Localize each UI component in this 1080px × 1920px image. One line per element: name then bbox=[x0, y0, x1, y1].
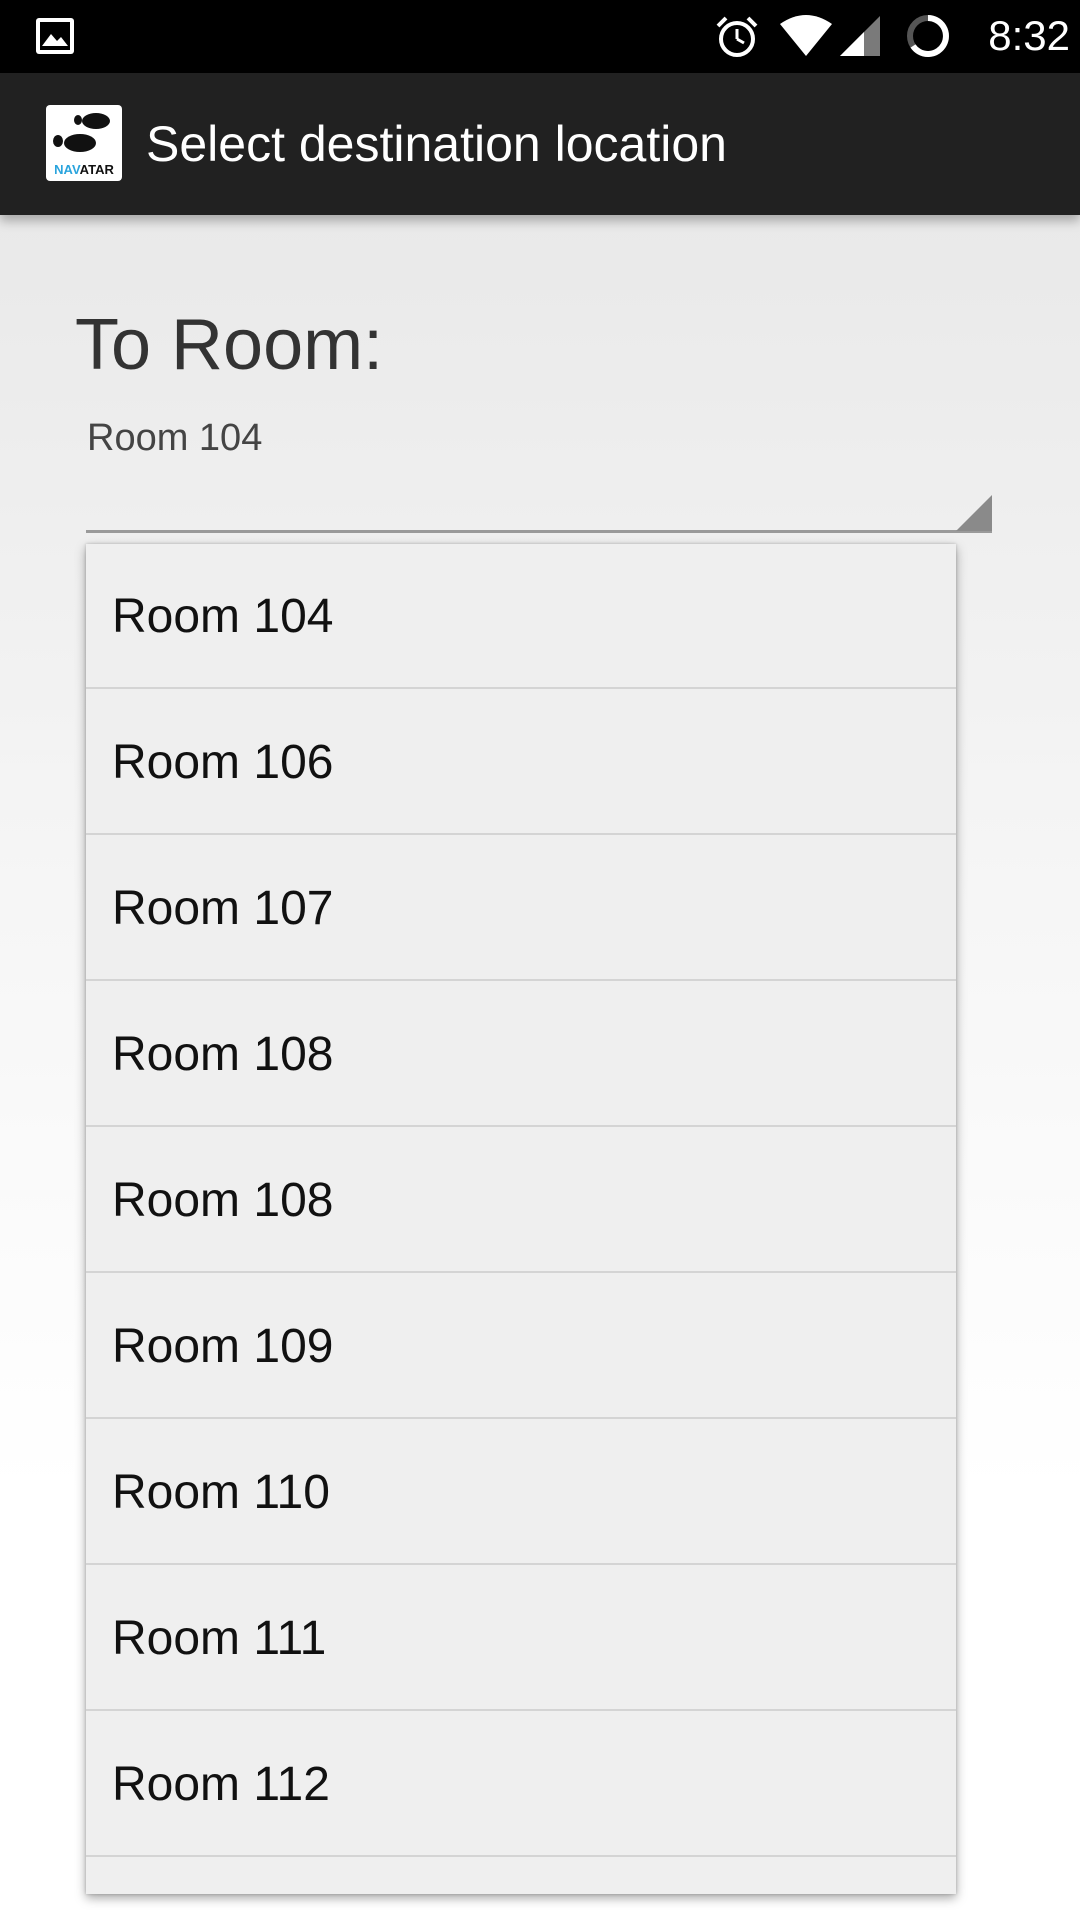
dropdown-item-label: Room 109 bbox=[112, 1320, 334, 1373]
dropdown-item[interactable]: Room 108 bbox=[86, 1128, 956, 1273]
spinner-selected-value: Room 104 bbox=[87, 417, 263, 459]
dropdown-item-label: Room 112 bbox=[112, 1758, 330, 1811]
logo-text: NAVATAR bbox=[46, 163, 122, 177]
signal-icon bbox=[840, 16, 880, 56]
status-clock: 8:32 bbox=[988, 12, 1070, 59]
dropdown-item[interactable]: Room 109 bbox=[86, 1274, 956, 1419]
dropdown-item-label: Room 111 bbox=[112, 1612, 327, 1665]
dropdown-item-label: Room 106 bbox=[112, 736, 334, 789]
wifi-icon bbox=[780, 15, 832, 56]
footprints-icon bbox=[53, 113, 110, 152]
dropdown-item[interactable]: Room 110 bbox=[86, 1420, 956, 1565]
logo-text-nav: NAV bbox=[54, 162, 80, 177]
dropdown-item-label: Room 108 bbox=[112, 1174, 334, 1227]
dropdown-arrow-icon[interactable] bbox=[956, 495, 992, 531]
battery-icon bbox=[907, 15, 949, 57]
dropdown-item-label: Room 107 bbox=[112, 882, 334, 935]
room-spinner[interactable]: Room 104 bbox=[86, 410, 992, 530]
dropdown-item[interactable]: Room 106 bbox=[86, 690, 956, 835]
dropdown-item-label: Room 104 bbox=[112, 590, 334, 643]
dropdown-item-label: Room 108 bbox=[112, 1028, 334, 1081]
spinner-underline bbox=[86, 530, 992, 533]
dropdown-item[interactable]: Room 104 bbox=[86, 544, 956, 689]
dropdown-item-label: Room 110 bbox=[112, 1466, 330, 1519]
room-dropdown-list: Room 104 Room 106 Room 107 Room 108 Room… bbox=[86, 544, 956, 1894]
dropdown-item[interactable]: Room 108 bbox=[86, 982, 956, 1127]
to-room-heading: To Room: bbox=[75, 305, 384, 385]
logo-text-atar: ATAR bbox=[79, 162, 114, 177]
app-logo: NAVATAR bbox=[46, 105, 122, 181]
action-bar: NAVATAR Select destination location bbox=[0, 73, 1080, 215]
dropdown-item-partial[interactable] bbox=[86, 1858, 956, 1894]
page-title: Select destination location bbox=[146, 116, 727, 172]
dropdown-item[interactable]: Room 111 bbox=[86, 1566, 956, 1711]
dropdown-item[interactable]: Room 112 bbox=[86, 1712, 956, 1857]
dropdown-item[interactable]: Room 107 bbox=[86, 836, 956, 981]
status-bar: 8:32 bbox=[0, 0, 1080, 73]
alarm-icon bbox=[716, 16, 758, 57]
gallery-icon bbox=[36, 18, 74, 54]
